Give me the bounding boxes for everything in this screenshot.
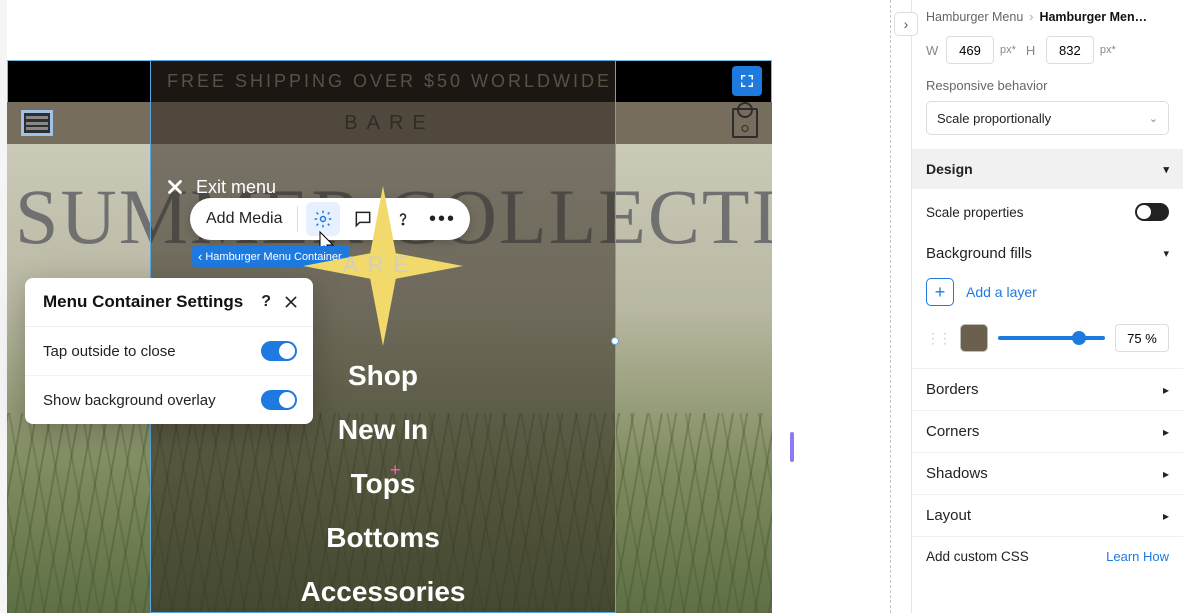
height-label: H: [1026, 43, 1040, 58]
collapse-panel-button[interactable]: ›: [894, 12, 918, 36]
corners-label: Corners: [926, 423, 979, 440]
chevron-right-icon: ▸: [1163, 467, 1169, 481]
responsive-select[interactable]: Scale proportionally ⌄: [926, 101, 1169, 135]
chevron-right-icon: ▸: [1163, 425, 1169, 439]
breadcrumb: Hamburger Menu › Hamburger Men…: [912, 0, 1183, 30]
shadows-row[interactable]: Shadows ▸: [912, 452, 1183, 494]
cart-icon[interactable]: [732, 108, 758, 138]
height-input[interactable]: [1046, 36, 1094, 64]
menu-container-settings-popup: Menu Container Settings ? Tap outside to…: [25, 278, 313, 424]
design-label: Design: [926, 161, 973, 177]
custom-css-row: Add custom CSS Learn How: [912, 536, 1183, 576]
menu-item-bottoms[interactable]: Bottoms: [326, 522, 440, 554]
borders-label: Borders: [926, 381, 979, 398]
width-label: W: [926, 43, 940, 58]
announcement-bar: FREE SHIPPING OVER $50 WORLDWIDE: [7, 60, 772, 102]
chevron-right-icon: ▸: [1163, 509, 1169, 523]
show-overlay-row: Show background overlay: [25, 375, 313, 424]
menu-item-accessories[interactable]: Accessories: [300, 576, 465, 608]
tap-outside-toggle[interactable]: [261, 341, 297, 361]
tap-outside-row: Tap outside to close: [25, 327, 313, 375]
borders-row[interactable]: Borders ▸: [912, 368, 1183, 410]
layout-label: Layout: [926, 507, 971, 524]
add-marker-icon: +: [390, 460, 401, 481]
shadows-label: Shadows: [926, 465, 988, 482]
menu-item-new-in[interactable]: New In: [338, 414, 428, 446]
close-icon: [164, 176, 186, 198]
breadcrumb-parent[interactable]: Hamburger Menu: [926, 10, 1023, 24]
tap-outside-label: Tap outside to close: [43, 343, 176, 360]
add-media-button[interactable]: Add Media: [206, 210, 289, 228]
dimensions-row: W px* H px*: [912, 30, 1183, 78]
add-layer-label: Add a layer: [966, 284, 1037, 300]
inspector-panel: › Hamburger Menu › Hamburger Men… W px* …: [911, 0, 1183, 613]
fill-layer-row: ⋮⋮: [912, 320, 1183, 368]
height-control: H px*: [1026, 36, 1116, 64]
opacity-slider[interactable]: [998, 336, 1105, 340]
corners-row[interactable]: Corners ▸: [912, 410, 1183, 452]
width-unit: px*: [1000, 44, 1016, 56]
height-unit: px*: [1100, 44, 1116, 56]
popup-title: Menu Container Settings: [43, 292, 243, 312]
site-brand: BARE: [344, 112, 434, 135]
chevron-down-icon: ⌄: [1149, 112, 1158, 125]
exit-menu-button[interactable]: Exit menu: [164, 176, 276, 198]
breadcrumb-current: Hamburger Men…: [1039, 10, 1147, 24]
menu-item-tops[interactable]: Tops: [351, 468, 416, 500]
custom-css-label: Add custom CSS: [926, 549, 1029, 564]
width-control: W px*: [926, 36, 1016, 64]
layout-row[interactable]: Layout ▸: [912, 494, 1183, 536]
background-fills-label: Background fills: [926, 245, 1032, 262]
scale-properties-label: Scale properties: [926, 205, 1024, 220]
design-accordion-header[interactable]: Design ▾: [912, 149, 1183, 189]
responsive-value: Scale proportionally: [937, 111, 1051, 126]
plus-icon: +: [926, 278, 954, 306]
page-indicator: [790, 432, 794, 462]
learn-how-link[interactable]: Learn How: [1106, 549, 1169, 564]
color-swatch[interactable]: [960, 324, 988, 352]
add-layer-button[interactable]: + Add a layer: [912, 272, 1183, 320]
frame-top-gap: [7, 0, 772, 60]
vertical-guide: [890, 0, 891, 613]
announcement-text: FREE SHIPPING OVER $50 WORLDWIDE: [167, 71, 612, 92]
expand-icon: [738, 72, 756, 90]
show-overlay-toggle[interactable]: [261, 390, 297, 410]
site-header: BARE: [7, 102, 772, 144]
chevron-down-icon: ▾: [1163, 247, 1169, 260]
show-overlay-label: Show background overlay: [43, 392, 216, 409]
exit-menu-label: Exit menu: [196, 177, 276, 198]
drag-handle-icon[interactable]: ⋮⋮: [926, 330, 950, 347]
menu-item-shop[interactable]: Shop: [348, 360, 418, 392]
opacity-input[interactable]: [1115, 324, 1169, 352]
chevron-down-icon: ▾: [1163, 163, 1169, 176]
background-fills-header[interactable]: Background fills ▾: [912, 235, 1183, 272]
scale-properties-row: Scale properties: [912, 189, 1183, 235]
hamburger-button[interactable]: [21, 110, 53, 136]
responsive-label: Responsive behavior: [912, 78, 1183, 101]
chevron-right-icon: ▸: [1163, 383, 1169, 397]
expand-button[interactable]: [732, 66, 762, 96]
scale-properties-toggle[interactable]: [1135, 203, 1169, 221]
popup-close-button[interactable]: [283, 294, 299, 310]
popup-help-button[interactable]: ?: [261, 293, 271, 311]
popup-header: Menu Container Settings ?: [25, 278, 313, 327]
breadcrumb-separator: ›: [1029, 10, 1033, 24]
width-input[interactable]: [946, 36, 994, 64]
toolbar-sep: [297, 206, 298, 232]
menu-brand-text: ARE: [343, 252, 418, 278]
